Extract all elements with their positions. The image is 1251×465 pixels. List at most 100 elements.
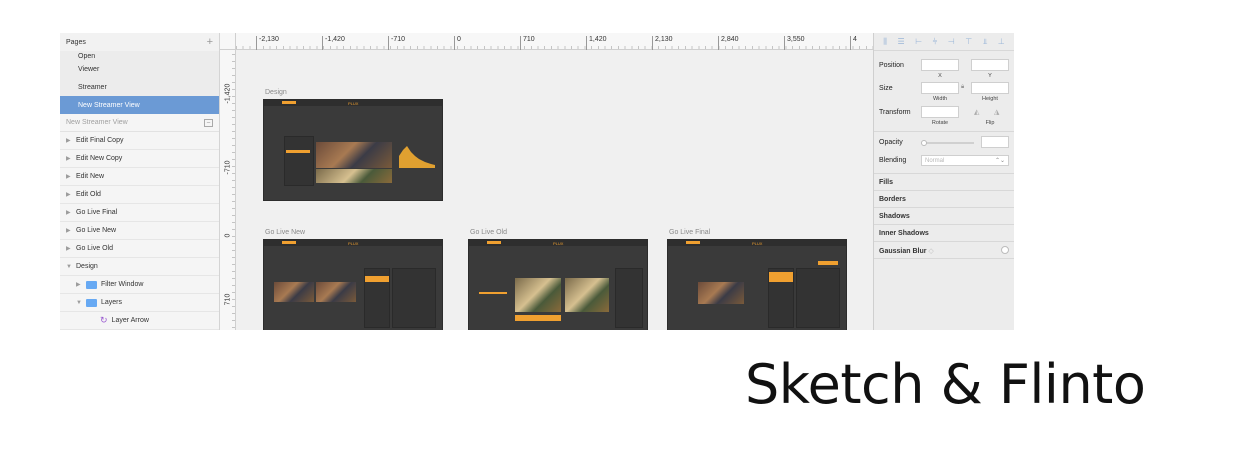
artboard-title-go-live-old[interactable]: Go Live Old bbox=[470, 229, 507, 236]
borders-section[interactable]: Borders bbox=[874, 190, 1014, 207]
distribute-vertical-icon[interactable]: ☰ bbox=[897, 37, 904, 46]
align-middle-icon[interactable]: ⫫ bbox=[983, 37, 988, 47]
disclosure-triangle-icon[interactable]: ▶ bbox=[66, 137, 76, 144]
flip-label: Flip bbox=[985, 120, 995, 126]
artboard-chart bbox=[399, 146, 435, 168]
pages-header: Pages + bbox=[60, 33, 219, 51]
blending-label: Blending bbox=[879, 157, 907, 164]
ruler-label: -1,420 bbox=[224, 83, 232, 104]
fills-section[interactable]: Fills bbox=[874, 173, 1014, 190]
folder-icon bbox=[86, 298, 97, 307]
layer-row[interactable]: ▶ Edit Old bbox=[60, 186, 219, 204]
opacity-input[interactable] bbox=[981, 136, 1009, 148]
inner-shadows-section[interactable]: Inner Shadows bbox=[874, 224, 1014, 241]
align-center-icon[interactable]: ⫩ bbox=[933, 37, 938, 47]
height-label: Height bbox=[982, 96, 998, 102]
height-input[interactable] bbox=[971, 82, 1009, 94]
ruler-label: 710 bbox=[224, 293, 232, 306]
align-left-icon[interactable]: ⊢ bbox=[915, 37, 922, 46]
page-item-open[interactable]: Open bbox=[60, 51, 219, 60]
lock-icon[interactable]: 🔒︎ bbox=[961, 84, 964, 91]
align-top-icon[interactable]: ⊤ bbox=[965, 37, 972, 46]
ruler-label: 2,130 bbox=[652, 36, 673, 50]
page-item-streamer[interactable]: Streamer bbox=[60, 78, 219, 96]
width-input[interactable] bbox=[921, 82, 959, 94]
artboard-photo bbox=[565, 278, 609, 312]
ruler-label: -710 bbox=[388, 36, 405, 50]
page-item-viewer[interactable]: Viewer bbox=[60, 60, 219, 78]
artboard-title-go-live-new[interactable]: Go Live New bbox=[265, 229, 305, 236]
opacity-slider[interactable] bbox=[924, 142, 974, 144]
artboard-highlight bbox=[515, 315, 561, 321]
symbol-icon: ↻ bbox=[100, 315, 108, 325]
layer-row[interactable]: ▶ Filter Window bbox=[60, 276, 219, 294]
disclosure-triangle-icon[interactable]: ▶ bbox=[66, 155, 76, 162]
blending-select[interactable]: Normal ⌃⌄ bbox=[921, 155, 1009, 166]
plus-icon[interactable]: + bbox=[207, 36, 213, 48]
sketch-app-window: Pages + Open Viewer Streamer New Streame… bbox=[60, 33, 1014, 330]
artboard-photo bbox=[316, 169, 392, 183]
disclosure-triangle-icon[interactable]: ▶ bbox=[66, 191, 76, 198]
position-x-input[interactable] bbox=[921, 59, 959, 71]
layer-row[interactable]: ▶ Edit New Copy bbox=[60, 150, 219, 168]
disclosure-triangle-open-icon[interactable]: ▼ bbox=[76, 300, 86, 306]
artboard-go-live-final[interactable]: PLUX bbox=[667, 239, 847, 330]
artboard-highlight bbox=[479, 292, 507, 294]
disclosure-triangle-icon[interactable]: ▶ bbox=[66, 209, 76, 216]
layer-row[interactable]: ▶ Edit Final Copy bbox=[60, 132, 219, 150]
layer-row[interactable]: ▼ Design bbox=[60, 258, 219, 276]
artboard-go-live-old[interactable]: PLUX bbox=[468, 239, 648, 330]
gaussian-blur-section[interactable]: Gaussian Blur ◇ bbox=[874, 241, 1014, 258]
page-item-new-streamer-view[interactable]: New Streamer View bbox=[60, 96, 219, 114]
disclosure-triangle-icon[interactable]: ▶ bbox=[66, 173, 76, 180]
divider bbox=[874, 131, 1014, 132]
layer-row[interactable]: ▶ Go Live Old bbox=[60, 240, 219, 258]
artboard-button bbox=[487, 241, 501, 244]
layer-row[interactable]: ▶ Go Live Final bbox=[60, 204, 219, 222]
layer-row[interactable]: ↻ Layer Arrow bbox=[60, 312, 219, 330]
ruler-label: 710 bbox=[520, 36, 535, 50]
canvas[interactable]: -2,130 -1,420 -710 0 710 1,420 2,130 2,8… bbox=[220, 33, 873, 330]
position-label: Position bbox=[879, 62, 904, 69]
vertical-ruler[interactable]: -1,420 -710 0 710 bbox=[220, 33, 236, 330]
shadows-section[interactable]: Shadows bbox=[874, 207, 1014, 224]
artboard-go-live-new[interactable]: PLUX bbox=[263, 239, 443, 330]
ruler-corner bbox=[220, 33, 236, 50]
opacity-slider-knob[interactable] bbox=[921, 140, 927, 146]
layer-row[interactable]: ▶ Edit New bbox=[60, 168, 219, 186]
artboard-photo bbox=[698, 282, 744, 304]
artboard-button bbox=[282, 101, 296, 104]
layer-row[interactable]: ▶ Go Live New bbox=[60, 222, 219, 240]
disclosure-triangle-icon[interactable]: ▶ bbox=[76, 281, 86, 288]
flip-vertical-icon[interactable]: ◮ bbox=[994, 108, 999, 116]
chevron-updown-icon[interactable]: ◇ bbox=[928, 248, 933, 255]
disclosure-triangle-icon[interactable]: ▶ bbox=[66, 227, 76, 234]
disclosure-triangle-open-icon[interactable]: ▼ bbox=[66, 264, 76, 270]
align-right-icon[interactable]: ⊣ bbox=[948, 37, 955, 46]
position-y-input[interactable] bbox=[971, 59, 1009, 71]
opacity-label: Opacity bbox=[879, 139, 903, 146]
flip-horizontal-icon[interactable]: ◭ bbox=[974, 108, 979, 116]
horizontal-ruler[interactable]: -2,130 -1,420 -710 0 710 1,420 2,130 2,8… bbox=[236, 33, 873, 50]
alignment-toolbar: ⫼ ☰ ⊢ ⫩ ⊣ ⊤ ⫫ ⊥ bbox=[874, 33, 1014, 51]
ruler-label: 3,550 bbox=[784, 36, 805, 50]
ruler-label: -1,420 bbox=[322, 36, 345, 50]
artboard-design[interactable]: PLUX bbox=[263, 99, 443, 201]
transform-label: Transform bbox=[879, 109, 911, 116]
gaussian-blur-checkbox[interactable] bbox=[1001, 246, 1009, 254]
artboard-photo bbox=[316, 282, 356, 302]
layers-page-title: New Streamer View bbox=[66, 119, 128, 126]
ruler-label: -2,130 bbox=[256, 36, 279, 50]
distribute-horizontal-icon[interactable]: ⫼ bbox=[883, 37, 887, 47]
width-label: Width bbox=[932, 96, 948, 102]
layer-row[interactable]: ▼ Layers bbox=[60, 294, 219, 312]
align-bottom-icon[interactable]: ⊥ bbox=[998, 37, 1005, 46]
collapse-icon[interactable]: – bbox=[204, 118, 213, 127]
artboard-title-go-live-final[interactable]: Go Live Final bbox=[669, 229, 710, 236]
artboard-logo: PLUX bbox=[348, 101, 359, 106]
artboard-panel bbox=[615, 268, 643, 328]
artboard-title-design[interactable]: Design bbox=[265, 89, 287, 96]
rotate-input[interactable] bbox=[921, 106, 959, 118]
disclosure-triangle-icon[interactable]: ▶ bbox=[66, 245, 76, 252]
y-label: Y bbox=[988, 73, 992, 79]
